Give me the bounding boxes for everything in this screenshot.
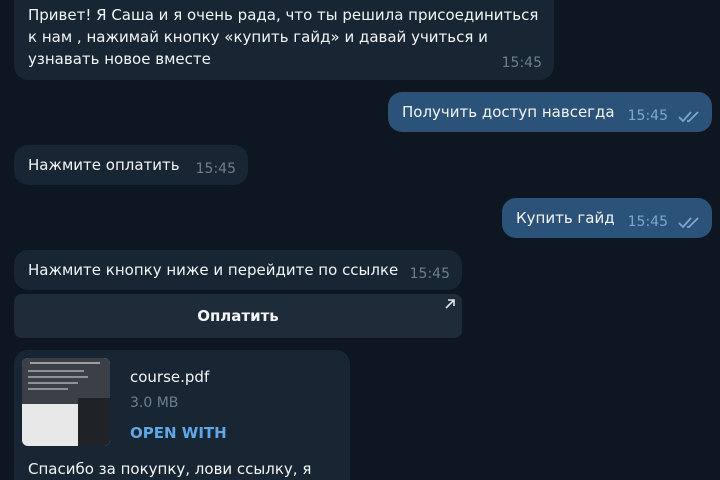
message-time: 15:45 (195, 161, 236, 177)
message-time: 15:45 (501, 55, 542, 71)
thumbnail-photo (78, 398, 110, 446)
double-check-icon (678, 217, 699, 229)
chat-area[interactable]: Привет! Я Саша и я очень рада, что ты ре… (0, 0, 720, 480)
open-with-link[interactable]: OPEN WITH (130, 422, 227, 444)
double-check-icon (678, 111, 699, 123)
message-caption: Спасибо за покупку, лови ссылку, я (28, 460, 312, 478)
thumbnail-line (30, 362, 100, 364)
thumbnail-line (28, 388, 68, 390)
message-text: Привет! Я Саша и я очень рада, что ты ре… (28, 6, 539, 68)
message-text: Получить доступ навсегда (402, 103, 615, 121)
pdf-thumbnail[interactable] (22, 358, 110, 446)
message-incoming[interactable]: Нажмите оплатить 15:45 (14, 145, 248, 185)
message-incoming[interactable]: Нажмите кнопку ниже и перейдите по ссылк… (14, 250, 462, 290)
message-time: 15:45 (627, 214, 668, 230)
thumbnail-line (28, 376, 88, 378)
message-outgoing[interactable]: Купить гайд 15:45 (502, 198, 712, 238)
message-text: Купить гайд (516, 209, 615, 227)
message-time: 15:45 (627, 108, 668, 124)
pay-button[interactable]: Оплатить (14, 294, 462, 338)
file-size: 3.0 MB (130, 395, 179, 411)
message-time: 15:45 (409, 266, 450, 282)
message-document[interactable]: course.pdf 3.0 MB OPEN WITH Спасибо за п… (14, 350, 350, 480)
thumbnail-line (28, 370, 84, 372)
file-name[interactable]: course.pdf (130, 366, 209, 388)
thumbnail-line (28, 382, 78, 384)
message-text: Нажмите кнопку ниже и перейдите по ссылк… (28, 261, 399, 279)
arrow-up-right-icon (445, 299, 455, 309)
message-outgoing[interactable]: Получить доступ навсегда 15:45 (388, 92, 712, 132)
pay-button-label: Оплатить (197, 307, 279, 325)
message-incoming[interactable]: Привет! Я Саша и я очень рада, что ты ре… (14, 0, 554, 80)
message-text: Нажмите оплатить (28, 156, 180, 174)
